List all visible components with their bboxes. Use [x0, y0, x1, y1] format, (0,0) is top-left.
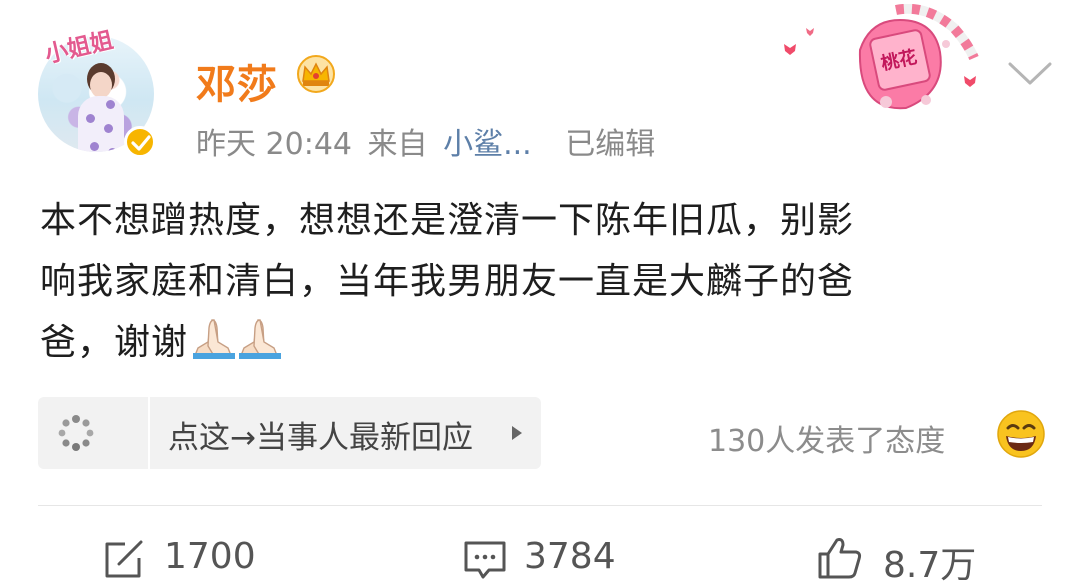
laughing-emoji-icon[interactable] — [996, 409, 1046, 459]
post-body-tail: 爸，谢谢 — [40, 322, 189, 363]
peach-blossom-sticker-icon: 桃花 — [784, 4, 979, 110]
chevron-down-icon[interactable] — [1007, 61, 1053, 87]
author-name[interactable]: 邓莎 — [196, 52, 278, 110]
post-body-line: 本不想蹭热度，想想还是澄清一下陈年旧瓜，别影 — [40, 200, 855, 241]
source-link[interactable]: 小鲨... — [443, 127, 532, 162]
crown-vip-icon — [297, 55, 335, 93]
repost-icon — [105, 540, 143, 578]
post-body-line: 响我家庭和清白，当年我男朋友一直是大麟子的爸 — [40, 261, 855, 302]
attitude-count[interactable]: 130人发表了态度 — [708, 416, 945, 460]
button-divider — [148, 397, 150, 469]
divider-line — [38, 505, 1042, 506]
latest-response-label: 点这→当事人最新回应 — [168, 420, 473, 456]
post-body: 本不想蹭热度，想想还是澄清一下陈年旧瓜，别影 响我家庭和清白，当年我男朋友一直是… — [40, 190, 1045, 373]
repost-count: 1700 — [164, 536, 256, 577]
play-arrow-icon — [512, 426, 522, 440]
post-time: 昨天 20:44 — [196, 127, 352, 162]
source-prefix: 来自 — [367, 127, 428, 162]
post-meta: 昨天 20:44 来自 小鲨... 已编辑 — [196, 119, 661, 163]
thumbs-up-icon — [818, 538, 862, 579]
post-body-line: 爸，谢谢 — [40, 312, 1045, 373]
praying-hands-icon — [192, 319, 282, 359]
edited-label[interactable]: 已编辑 — [565, 127, 655, 162]
avatar-person-dress — [78, 96, 124, 152]
verified-badge-icon — [124, 126, 156, 158]
like-count: 8.7万 — [883, 545, 977, 586]
loading-spinner-icon — [58, 415, 94, 451]
comment-icon — [464, 541, 506, 579]
latest-response-button[interactable]: 点这→当事人最新回应 — [38, 397, 541, 469]
avatar-person-head — [90, 72, 112, 98]
comment-count: 3784 — [524, 536, 616, 577]
author-avatar[interactable]: 小姐姐 — [38, 27, 156, 160]
